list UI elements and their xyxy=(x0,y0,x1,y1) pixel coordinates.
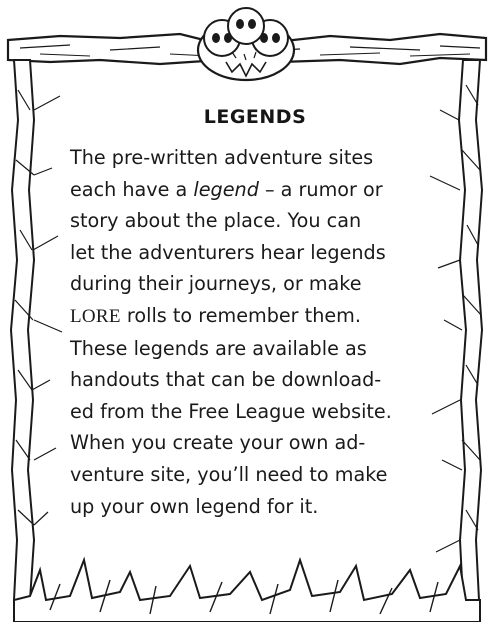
body-text-run: rolls to remember them. xyxy=(120,303,361,327)
sidebar-heading: LEGENDS xyxy=(203,106,307,128)
body-line: These legends are available as xyxy=(70,336,367,360)
body-line: story about the place. You can xyxy=(70,209,362,233)
body-text-run: – a rumor or xyxy=(258,177,383,201)
body-line: The pre-written adventure sites xyxy=(70,146,374,169)
frame-left-border xyxy=(9,59,36,601)
body-line: venture site, you’ll need to make xyxy=(70,462,388,486)
legends-sidebar: LEGENDS The pre-written adventure sites … xyxy=(70,106,440,522)
body-text-run: each have a xyxy=(70,177,194,201)
body-line: let the adventurers hear legends xyxy=(70,240,386,264)
skull-pile-icon xyxy=(196,7,296,82)
sidebar-body: The pre-written adventure sites each hav… xyxy=(70,142,440,522)
body-line: handouts that can be download- xyxy=(70,368,382,392)
lore-skill-name: LORE xyxy=(70,305,121,327)
legend-term: legend xyxy=(193,177,259,201)
body-line: LORE rolls to remember them. xyxy=(70,300,440,333)
body-line: up your own legend for it. xyxy=(70,494,319,518)
body-line: each have a legend – a rumor or xyxy=(70,174,440,206)
frame-right-border xyxy=(457,59,484,601)
frame-bottom-grass xyxy=(13,556,481,622)
body-line: When you create your own ad- xyxy=(70,431,366,455)
body-line: during their journeys, or make xyxy=(70,272,362,296)
body-line: ed from the Free League website. xyxy=(70,399,392,423)
